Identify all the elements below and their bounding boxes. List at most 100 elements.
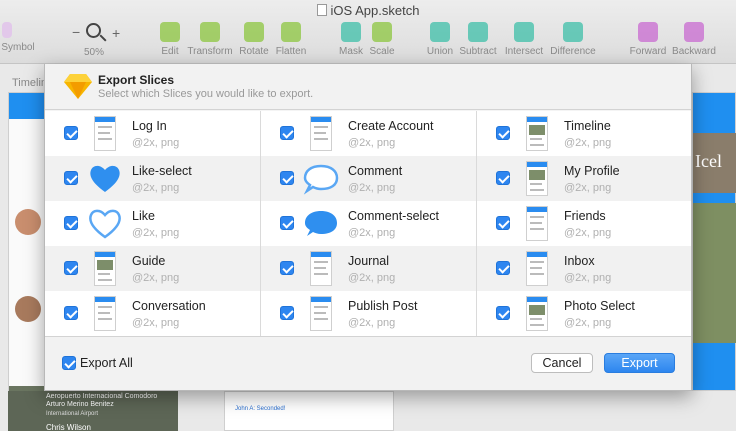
slice-item[interactable]: Like-select @2x, png xyxy=(45,156,261,201)
artboard-right: Icel xyxy=(692,92,736,391)
difference-icon xyxy=(563,22,583,42)
slice-name: Log In xyxy=(132,119,167,133)
slice-checkbox[interactable] xyxy=(64,171,78,185)
slice-checkbox[interactable] xyxy=(496,126,510,140)
intersect-icon xyxy=(514,22,534,42)
union-icon xyxy=(430,22,450,42)
slice-checkbox[interactable] xyxy=(280,261,294,275)
flatten-icon xyxy=(281,22,301,42)
artboard-left xyxy=(8,92,47,431)
slice-format: @2x, png xyxy=(132,137,180,149)
slice-item[interactable]: Journal @2x, png xyxy=(261,246,477,291)
slice-checkbox[interactable] xyxy=(496,306,510,320)
slice-format: @2x, png xyxy=(132,182,180,194)
sketch-logo-icon xyxy=(64,74,92,99)
zoom-control[interactable]: − + xyxy=(70,22,122,44)
symbol-icon xyxy=(2,22,12,38)
slice-thumbnail-icon xyxy=(526,206,548,241)
slice-thumbnail-icon xyxy=(94,116,116,151)
slice-name: Comment-select xyxy=(348,209,439,223)
slice-name: Like-select xyxy=(132,164,192,178)
slice-thumbnail-icon xyxy=(94,296,116,331)
scale-icon xyxy=(372,22,392,42)
slice-format: @2x, png xyxy=(348,182,396,194)
export-button[interactable]: Export xyxy=(604,353,675,373)
slice-name: Like xyxy=(132,209,155,223)
slice-format: @2x, png xyxy=(564,272,612,284)
slice-thumbnail-icon xyxy=(310,251,332,286)
slice-item[interactable]: Create Account @2x, png xyxy=(261,111,477,156)
zoom-out-button[interactable]: − xyxy=(72,24,80,40)
avatar xyxy=(15,296,41,322)
artboard-bottom-left: Aeropuerto Internacional Comodoro Arturo… xyxy=(8,391,178,431)
slice-checkbox[interactable] xyxy=(280,216,294,230)
artboard-bottom: John A: Seconded! xyxy=(224,391,394,431)
slice-checkbox[interactable] xyxy=(64,306,78,320)
symbol-button[interactable]: Symbol xyxy=(0,22,36,53)
slice-checkbox[interactable] xyxy=(64,126,78,140)
heart-icon xyxy=(90,165,120,192)
slice-thumbnail-icon xyxy=(526,251,548,286)
slice-item[interactable]: My Profile @2x, png xyxy=(477,156,693,201)
slice-name: Create Account xyxy=(348,119,434,133)
export-all-label[interactable]: Export All xyxy=(80,356,133,370)
slice-name: Inbox xyxy=(564,254,595,268)
slice-item[interactable]: Conversation @2x, png xyxy=(45,291,261,336)
slice-name: Conversation xyxy=(132,299,206,313)
slice-name: Photo Select xyxy=(564,299,635,313)
slice-format: @2x, png xyxy=(564,227,612,239)
slice-name: Timeline xyxy=(564,119,611,133)
subtract-icon xyxy=(468,22,488,42)
slice-format: @2x, png xyxy=(132,272,180,284)
slice-thumbnail-icon xyxy=(526,161,548,196)
zoom-in-button[interactable]: + xyxy=(112,25,120,41)
slice-format: @2x, png xyxy=(132,227,180,239)
slice-checkbox[interactable] xyxy=(496,171,510,185)
transform-icon xyxy=(200,22,220,42)
tool-scale-button[interactable]: Scale xyxy=(352,22,412,57)
slice-name: My Profile xyxy=(564,164,620,178)
slice-item[interactable]: Friends @2x, png xyxy=(477,201,693,246)
toolbar: iOS App.sketch Symbol − + 50% Edit Transf… xyxy=(0,0,736,64)
slice-item[interactable]: Comment @2x, png xyxy=(261,156,477,201)
slice-item[interactable]: Inbox @2x, png xyxy=(477,246,693,291)
slice-item[interactable]: Photo Select @2x, png xyxy=(477,291,693,336)
avatar xyxy=(15,209,41,235)
artboard-label: Timelin xyxy=(12,77,48,89)
zoom-level: 50% xyxy=(84,47,105,58)
slice-checkbox[interactable] xyxy=(280,171,294,185)
heart-icon xyxy=(89,209,121,239)
slice-format: @2x, png xyxy=(564,182,612,194)
tool-backward-button[interactable]: Backward xyxy=(664,22,724,57)
backward-icon xyxy=(684,22,704,42)
artboard-header xyxy=(9,93,47,119)
slice-item[interactable]: Like @2x, png xyxy=(45,201,261,246)
export-all-checkbox[interactable] xyxy=(62,356,76,370)
slice-checkbox[interactable] xyxy=(64,216,78,230)
slice-format: @2x, png xyxy=(348,227,396,239)
slice-checkbox[interactable] xyxy=(496,216,510,230)
slice-name: Publish Post xyxy=(348,299,418,313)
slice-item[interactable]: Comment-select @2x, png xyxy=(261,201,477,246)
slice-checkbox[interactable] xyxy=(280,306,294,320)
slice-checkbox[interactable] xyxy=(496,261,510,275)
slice-checkbox[interactable] xyxy=(64,261,78,275)
slice-name: Guide xyxy=(132,254,166,268)
magnifier-icon xyxy=(86,23,101,38)
speech-bubble-icon xyxy=(303,164,339,195)
tool-flatten-button[interactable]: Flatten xyxy=(261,22,321,57)
edit-icon xyxy=(160,22,180,42)
slice-item[interactable]: Log In @2x, png xyxy=(45,111,261,156)
slice-item[interactable]: Publish Post @2x, png xyxy=(261,291,477,336)
slice-item[interactable]: Guide @2x, png xyxy=(45,246,261,291)
slice-item[interactable]: Timeline @2x, png xyxy=(477,111,693,156)
export-slices-dialog: Export Slices Select which Slices you wo… xyxy=(44,64,692,391)
cancel-button[interactable]: Cancel xyxy=(531,353,593,373)
tool-difference-button[interactable]: Difference xyxy=(543,22,603,57)
slice-format: @2x, png xyxy=(348,137,396,149)
slice-checkbox[interactable] xyxy=(280,126,294,140)
slice-name: Friends xyxy=(564,209,606,223)
slice-thumbnail-icon xyxy=(526,116,548,151)
slice-thumbnail-icon xyxy=(94,251,116,286)
dialog-subtitle: Select which Slices you would like to ex… xyxy=(98,88,314,100)
